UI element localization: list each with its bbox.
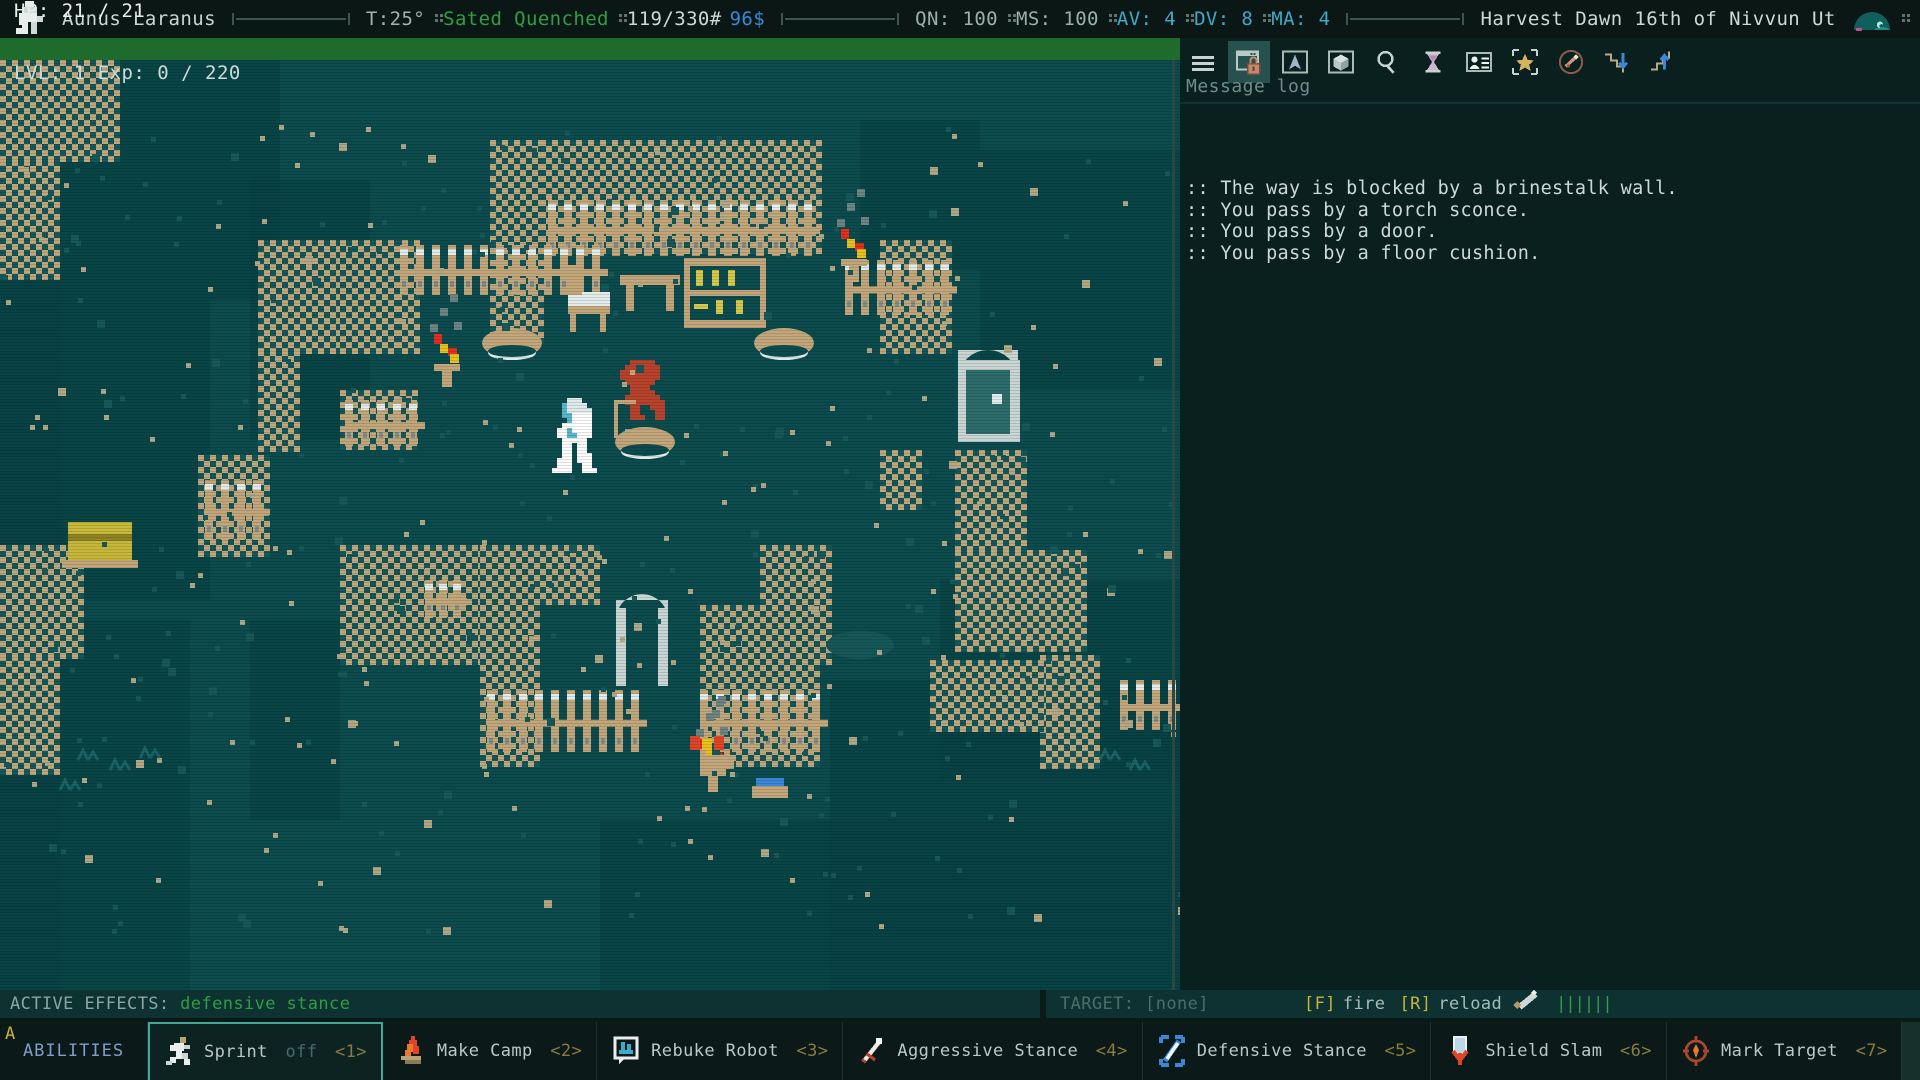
reload-label[interactable]: reload bbox=[1438, 990, 1502, 1018]
defensive-sword-icon bbox=[1157, 1034, 1187, 1068]
target-label: TARGET: bbox=[1060, 994, 1134, 1014]
ability-hotkey: <6> bbox=[1620, 1041, 1652, 1061]
abilities-panel-button[interactable]: A ABILITIES bbox=[0, 1022, 148, 1080]
ability-defensive-stance[interactable]: Defensive Stance <5> bbox=[1143, 1022, 1432, 1080]
cube-inventory-icon[interactable] bbox=[1320, 41, 1362, 83]
log-message: :: You pass by a torch sconce. bbox=[1186, 200, 1916, 222]
ability-hotkey: <7> bbox=[1856, 1041, 1888, 1061]
log-message: :: You pass by a floor cushion. bbox=[1186, 243, 1916, 265]
ability-label: Sprint bbox=[204, 1042, 268, 1062]
journal-quests-icon[interactable] bbox=[1550, 41, 1592, 83]
ability-hotkey: <4> bbox=[1096, 1041, 1128, 1061]
weapon-panel[interactable]: [F] fire [R] reload |||||| bbox=[1290, 990, 1920, 1018]
ability-label: Mark Target bbox=[1721, 1041, 1838, 1061]
mental-armor-stat: MA: 4 bbox=[1271, 8, 1330, 30]
message-log-divider bbox=[1180, 102, 1920, 104]
target-value: [none] bbox=[1145, 994, 1209, 1014]
dodge-value-stat: DV: 8 bbox=[1194, 8, 1253, 30]
ability-mark-target[interactable]: Mark Target <7> bbox=[1667, 1022, 1903, 1080]
ability-sprint[interactable]: Sprint off <1> bbox=[148, 1022, 383, 1080]
hunger-thirst-status: Sated Quenched bbox=[443, 8, 609, 30]
hp-text: HP: 21 / 21 bbox=[14, 0, 145, 22]
stairs-up-icon[interactable] bbox=[1642, 41, 1684, 83]
divider bbox=[1346, 13, 1464, 25]
character-sheet-icon[interactable] bbox=[1458, 41, 1500, 83]
night-vision-eye-icon bbox=[1916, 1034, 1920, 1068]
armor-value-stat: AV: 4 bbox=[1117, 8, 1176, 30]
ability-label: Defensive Stance bbox=[1197, 1041, 1367, 1061]
game-window: Aunus Laranus T:25° Sated Quenched 119/3… bbox=[0, 0, 1920, 1080]
game-map-viewport[interactable] bbox=[0, 60, 1180, 990]
ability-label: Make Camp bbox=[437, 1041, 533, 1061]
ability-aggressive-stance[interactable]: Aggressive Stance <4> bbox=[843, 1022, 1142, 1080]
ability-state: off bbox=[285, 1042, 317, 1062]
map-sidebar-divider bbox=[1172, 60, 1175, 990]
reload-hotkey: [R] bbox=[1399, 990, 1431, 1018]
ability-hotkey: <5> bbox=[1385, 1041, 1417, 1061]
rifle-icon bbox=[1510, 989, 1542, 1020]
carry-weight: 119/330# bbox=[627, 8, 722, 30]
aggressive-sword-icon bbox=[857, 1034, 887, 1068]
game-date: Harvest Dawn 16th of Nivvun Ut bbox=[1480, 8, 1835, 30]
log-message: :: The way is blocked by a brinestalk wa… bbox=[1186, 178, 1916, 200]
ability-rebuke-robot[interactable]: Rebuke Robot <3> bbox=[597, 1022, 843, 1080]
active-effects-label: ACTIVE EFFECTS: bbox=[10, 994, 170, 1014]
ability-label: Rebuke Robot bbox=[651, 1041, 779, 1061]
ammo-bars: |||||| bbox=[1556, 990, 1611, 1018]
active-effects-panel: ACTIVE EFFECTS: defensive stance bbox=[0, 990, 1040, 1018]
active-effects-value: defensive stance bbox=[180, 994, 350, 1014]
fire-label[interactable]: fire bbox=[1343, 990, 1386, 1018]
sprint-runner-icon bbox=[164, 1035, 194, 1069]
abilities-hotkey: A bbox=[5, 1024, 15, 1044]
mark-target-icon bbox=[1681, 1034, 1711, 1068]
right-sidebar: Message log :: The way is blocked by a b… bbox=[1180, 38, 1920, 990]
message-log-title: Message log bbox=[1186, 76, 1311, 97]
dot-separator-icon bbox=[1901, 12, 1911, 26]
divider bbox=[232, 13, 350, 25]
ability-bar: A ABILITIES Sprint off bbox=[0, 1022, 1920, 1080]
message-log-list[interactable]: :: The way is blocked by a brinestalk wa… bbox=[1186, 178, 1916, 264]
ability-night-vision[interactable]: Night Vision on <8> bbox=[1902, 1022, 1920, 1080]
log-message: :: You pass by a door. bbox=[1186, 221, 1916, 243]
movespeed-stat: MS: 100 bbox=[1016, 8, 1099, 30]
ability-make-camp[interactable]: Make Camp <2> bbox=[383, 1022, 597, 1080]
campfire-icon bbox=[397, 1034, 427, 1068]
stairs-down-icon[interactable] bbox=[1596, 41, 1638, 83]
money: 96$ bbox=[730, 8, 766, 30]
divider bbox=[781, 13, 899, 25]
ability-label: Aggressive Stance bbox=[897, 1041, 1078, 1061]
quickness-stat: QN: 100 bbox=[915, 8, 998, 30]
game-map-canvas[interactable] bbox=[0, 60, 1180, 990]
shield-slam-icon bbox=[1445, 1034, 1475, 1068]
ability-hotkey: <2> bbox=[550, 1041, 582, 1061]
hourglass-wait-icon[interactable] bbox=[1412, 41, 1454, 83]
level-exp-text: LVL: 1 Exp: 0 / 220 bbox=[14, 62, 241, 84]
robot-hand-icon bbox=[611, 1034, 641, 1068]
abilities-label: ABILITIES bbox=[23, 1041, 124, 1061]
magnifier-look-icon[interactable] bbox=[1366, 41, 1408, 83]
moon-phase-icon bbox=[1852, 4, 1892, 34]
ability-hotkey: <1> bbox=[335, 1042, 367, 1062]
top-status-bar: Aunus Laranus T:25° Sated Quenched 119/3… bbox=[0, 0, 1920, 38]
hp-bar-container bbox=[0, 38, 1180, 60]
star-skills-icon[interactable] bbox=[1504, 41, 1546, 83]
hp-bar-fill bbox=[0, 38, 1180, 60]
ability-label: Shield Slam bbox=[1485, 1041, 1602, 1061]
ability-shield-slam[interactable]: Shield Slam <6> bbox=[1431, 1022, 1667, 1080]
ability-hotkey: <3> bbox=[796, 1041, 828, 1061]
temperature: T:25° bbox=[366, 8, 425, 30]
fire-hotkey: [F] bbox=[1304, 990, 1336, 1018]
